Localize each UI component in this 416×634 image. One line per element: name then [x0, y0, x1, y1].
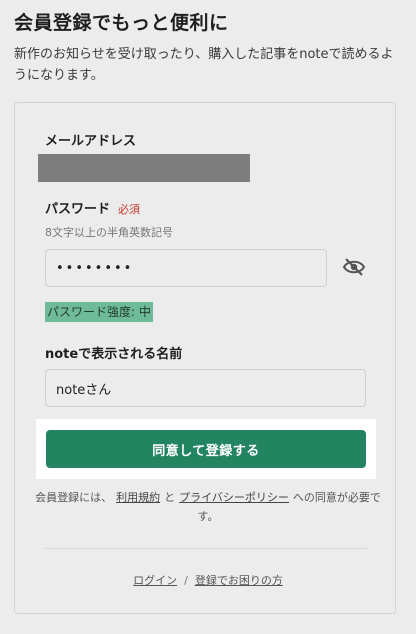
page-description: 新作のお知らせを受け取ったり、購入した記事をnoteで読めるようになります。 — [14, 47, 394, 83]
footer-separator: / — [184, 574, 188, 587]
page-title: 会員登録でもっと便利に — [14, 12, 229, 34]
consent-prefix: 会員登録には、 — [35, 491, 113, 504]
display-name-label: noteで表示される名前 — [45, 347, 183, 362]
login-link[interactable]: ログイン — [133, 574, 177, 587]
divider — [45, 548, 367, 549]
privacy-policy-link[interactable]: プライバシーポリシー — [179, 491, 289, 504]
required-badge: 必須 — [118, 203, 141, 216]
consent-text: 会員登録には、 利用規約とプライバシーポリシー への同意が必要です。 — [28, 488, 388, 526]
password-hint: 8文字以上の半角英数記号 — [45, 226, 173, 239]
email-field-redacted[interactable] — [38, 154, 250, 182]
agree-and-register-button[interactable]: 同意して登録する — [46, 430, 366, 468]
terms-link[interactable]: 利用規約 — [116, 491, 160, 504]
consent-and: と — [164, 491, 176, 504]
password-label: パスワード 必須 — [45, 198, 140, 217]
display-name-input[interactable] — [45, 369, 366, 407]
password-strength-indicator: パスワード強度: 中 — [45, 302, 153, 322]
footer-links: ログイン / 登録でお困りの方 — [0, 572, 416, 588]
email-label: メールアドレス — [45, 134, 137, 149]
help-link[interactable]: 登録でお困りの方 — [195, 574, 283, 587]
password-label-text: パスワード — [45, 202, 111, 217]
eye-slash-icon[interactable] — [342, 257, 366, 277]
password-input[interactable] — [45, 249, 327, 287]
submit-highlight: 同意して登録する — [36, 419, 376, 479]
